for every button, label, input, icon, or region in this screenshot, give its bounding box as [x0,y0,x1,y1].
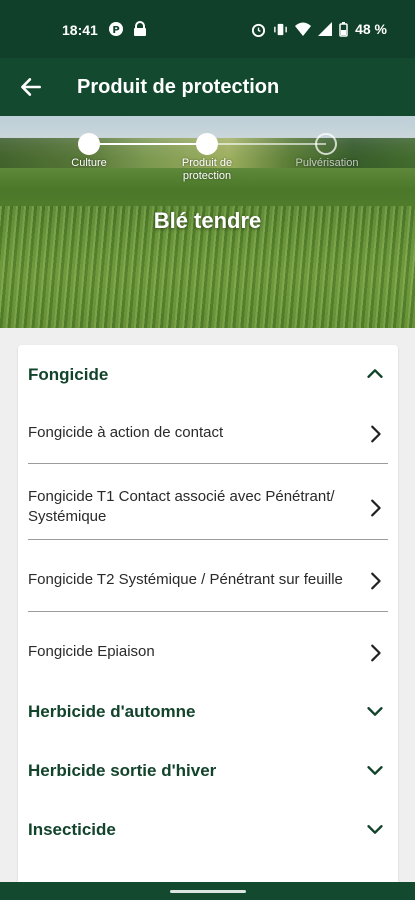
section-fongicide[interactable]: Fongicide [28,365,388,389]
section-herbicide-hiver[interactable]: Herbicide sortie d'hiver [28,761,388,785]
app-notification-icon: P [109,22,123,36]
chevron-right-icon[interactable] [364,642,386,664]
system-nav-bar [0,882,415,900]
step-label-pulverisation: Pulvérisation [295,157,359,169]
divider [28,463,388,464]
alarm-icon [252,23,266,37]
list-item-fongicide-t1[interactable]: Fongicide T1 Contact associé avec Pénétr… [28,487,388,529]
step-label-culture: Culture [71,157,107,169]
vibrate-icon [274,23,287,35]
list-item-label: Fongicide à action de contact [28,424,224,441]
app-bar: Produit de protection [0,58,415,116]
hero-banner: Culture Produit de protection Pulvérisat… [0,116,415,328]
chevron-down-icon[interactable] [364,700,386,722]
list-item-fongicide-contact[interactable]: Fongicide à action de contact [28,423,388,445]
battery-percent: 48 % [355,21,387,37]
progress-stepper: Culture Produit de protection Pulvérisat… [0,132,415,192]
section-label: Herbicide sortie d'hiver [28,761,217,780]
category-list-card: Fongicide Fongicide à action de contact … [18,345,398,900]
list-item-fongicide-t2[interactable]: Fongicide T2 Systémique / Pénétrant sur … [28,570,388,592]
status-time: 18:41 [62,22,98,38]
wifi-icon [295,22,312,36]
battery-icon [339,21,348,37]
divider [28,539,388,540]
crop-title: Blé tendre [153,208,262,233]
step-dot-pulverisation [315,133,337,155]
chevron-up-icon[interactable] [364,363,386,385]
chevron-down-icon[interactable] [364,759,386,781]
step-label-produit: Produit de protection [181,157,233,182]
step-connector [100,143,208,145]
list-item-label: Fongicide T2 Systémique / Pénétrant sur … [28,571,343,588]
section-herbicide-automne[interactable]: Herbicide d'automne [28,702,388,726]
list-item-fongicide-epiaison[interactable]: Fongicide Epiaison [28,642,388,664]
section-insecticide[interactable]: Insecticide [28,820,388,844]
section-label: Herbicide d'automne [28,702,196,721]
svg-text:P: P [112,25,119,36]
chevron-right-icon[interactable] [364,497,386,519]
step-dot-culture[interactable] [78,133,100,155]
chevron-right-icon[interactable] [364,570,386,592]
section-label: Insecticide [28,820,116,839]
chevron-down-icon[interactable] [364,818,386,840]
signal-icon [318,22,333,36]
chevron-right-icon[interactable] [364,423,386,445]
home-handle[interactable] [170,890,246,893]
back-arrow-icon[interactable] [18,74,44,100]
section-label: Fongicide [28,365,109,384]
page-title: Produit de protection [77,76,280,98]
step-connector [218,143,326,145]
list-item-label: Fongicide T1 Contact associé avec Pénétr… [28,488,335,525]
lock-icon [134,21,146,36]
step-dot-produit[interactable] [196,133,218,155]
divider [28,611,388,612]
status-bar: 18:41 P 48 % [0,0,415,58]
list-item-label: Fongicide Epiaison [28,643,155,660]
